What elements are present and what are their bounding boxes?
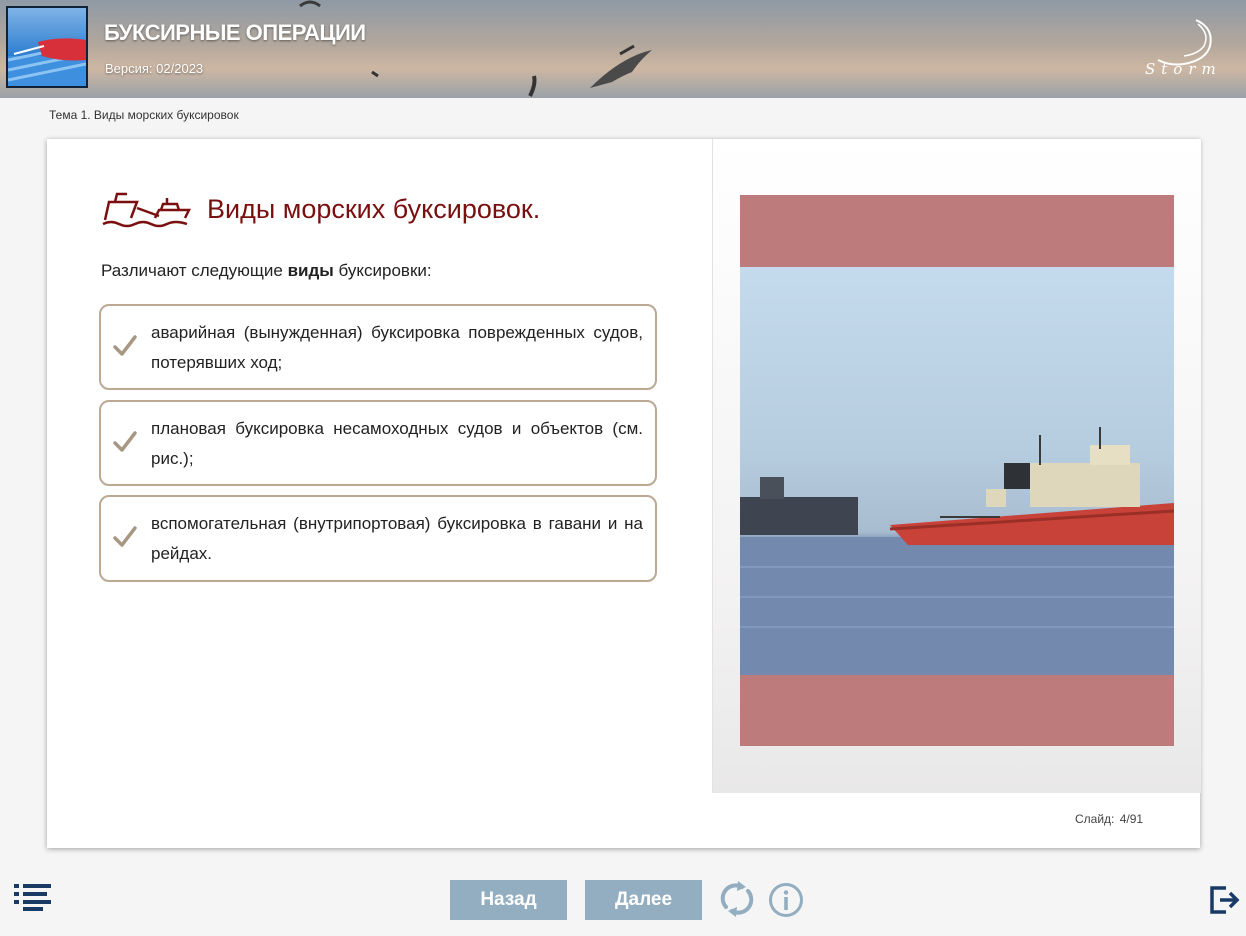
next-button[interactable]: Далее [585, 880, 702, 920]
check-icon [113, 335, 137, 356]
list-menu-icon[interactable] [14, 882, 52, 912]
reload-icon[interactable] [718, 879, 756, 919]
breadcrumb: Тема 1. Виды морских буксировок [49, 108, 239, 122]
image-panel [712, 139, 1201, 793]
list-item-text: вспомогательная (внутрипортовая) буксиро… [151, 514, 643, 563]
photo-frame [740, 195, 1174, 746]
list-item-text: аварийная (вынужденная) буксировка повре… [151, 323, 643, 372]
list-item: вспомогательная (внутрипортовая) буксиро… [99, 495, 657, 582]
tugboat-towing-icon [102, 192, 192, 228]
back-button[interactable]: Назад [450, 880, 567, 920]
intro-text: Различают следующие виды буксировки: [101, 261, 432, 281]
slide-title: Виды морских буксировок. [207, 194, 541, 224]
intro-before: Различают следующие [101, 261, 288, 280]
slide-card: Виды морских буксировок. Различают следу… [47, 139, 1201, 848]
intro-bold: виды [287, 261, 334, 280]
info-icon[interactable] [768, 882, 804, 918]
intro-after: буксировки: [333, 261, 432, 280]
header-banner: БУКСИРНЫЕ ОПЕРАЦИИ Версия: 02/2023 Storm [0, 0, 1246, 98]
tugboat-photo[interactable] [740, 267, 1174, 675]
course-logo [6, 6, 88, 88]
course-title: БУКСИРНЫЕ ОПЕРАЦИИ [104, 20, 366, 45]
check-icon [113, 526, 137, 547]
list-item: аварийная (вынужденная) буксировка повре… [99, 304, 657, 390]
brand-name: Storm [1145, 60, 1222, 78]
exit-icon[interactable] [1208, 884, 1240, 916]
list-item-text: плановая буксировка несамоходных судов и… [151, 419, 643, 468]
list-item: плановая буксировка несамоходных судов и… [99, 400, 657, 486]
sky-seagulls-background [299, 0, 652, 97]
slide-counter: Слайд: 4/91 [1075, 812, 1144, 826]
check-icon [113, 431, 137, 452]
course-version: Версия: 02/2023 [105, 61, 204, 76]
